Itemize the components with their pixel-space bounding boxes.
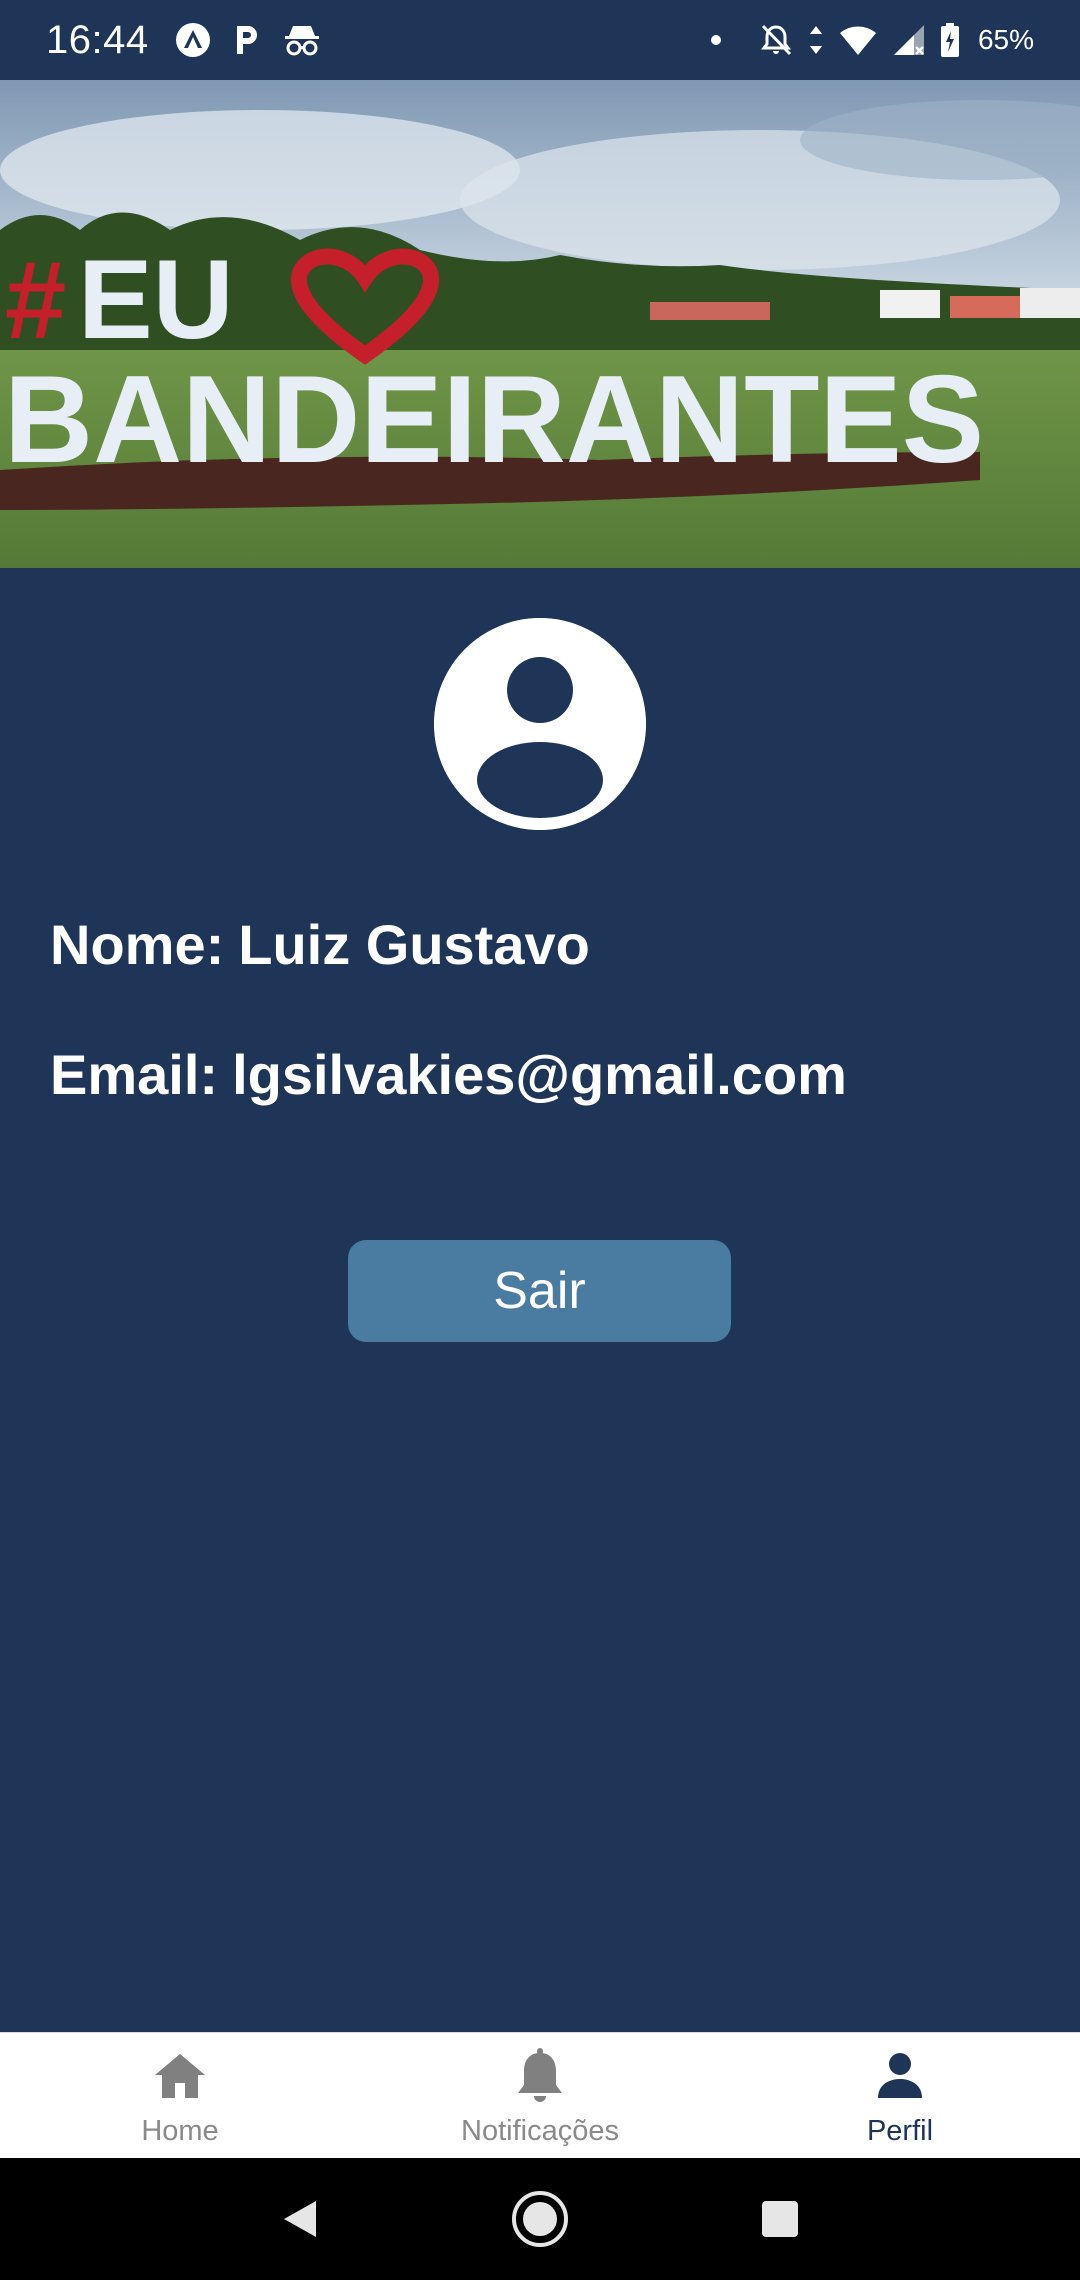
email-label: Email: (50, 1043, 219, 1106)
tab-home-label: Home (141, 2115, 219, 2147)
name-value: Luiz Gustavo (238, 913, 590, 976)
tab-notificacoes[interactable]: Notificações (360, 2033, 720, 2158)
header-banner-image: # EU BANDEIRANTES (0, 80, 1080, 568)
recents-square-icon (762, 2201, 798, 2237)
name-label: Nome: (50, 913, 225, 976)
avatar (434, 618, 646, 830)
profile-name: Nome: Luiz Gustavo (50, 912, 590, 977)
back-triangle-icon (284, 2201, 316, 2237)
battery-icon (940, 22, 960, 58)
incognito-icon (283, 22, 321, 58)
profile-screen: 16:44 65% # EU BANDEIRANTES Nome: Luiz G… (0, 0, 1080, 2280)
battery-percentage: 65% (977, 24, 1034, 55)
svg-text:EU: EU (78, 237, 234, 362)
bell-icon (511, 2047, 569, 2105)
tab-home[interactable]: Home (0, 2033, 360, 2158)
mute-icon (758, 22, 794, 58)
data-arrows-icon (808, 22, 824, 58)
dot-icon (706, 30, 726, 50)
status-bar: 16:44 65% (0, 0, 1080, 80)
tab-perfil[interactable]: Perfil (720, 2033, 1080, 2158)
back-button[interactable] (260, 2179, 340, 2259)
expo-icon (175, 22, 211, 58)
tab-notificacoes-label: Notificações (461, 2115, 619, 2147)
logout-button[interactable]: Sair (348, 1240, 731, 1342)
home-button[interactable] (500, 2179, 580, 2259)
svg-text:BANDEIRANTES: BANDEIRANTES (4, 351, 984, 489)
person-icon (871, 2047, 929, 2105)
svg-text:#: # (5, 239, 66, 362)
bottom-tab-bar: Home Notificações Perfil (0, 2032, 1080, 2158)
status-right-icons: 65% (706, 22, 1034, 58)
email-value: lgsilvakies@gmail.com (232, 1043, 847, 1106)
user-avatar-icon (434, 618, 646, 830)
system-nav-bar (0, 2158, 1080, 2280)
status-time: 16:44 (46, 17, 149, 62)
status-left-icons (175, 22, 321, 58)
recents-button[interactable] (740, 2179, 820, 2259)
signal-icon (892, 23, 926, 57)
parking-icon (233, 22, 261, 58)
wifi-icon (838, 23, 878, 57)
profile-email: Email: lgsilvakies@gmail.com (50, 1042, 847, 1107)
home-circle-icon (512, 2191, 568, 2247)
banner-illustration: # EU BANDEIRANTES (0, 80, 1080, 568)
home-icon (151, 2047, 209, 2105)
tab-perfil-label: Perfil (866, 2115, 934, 2147)
